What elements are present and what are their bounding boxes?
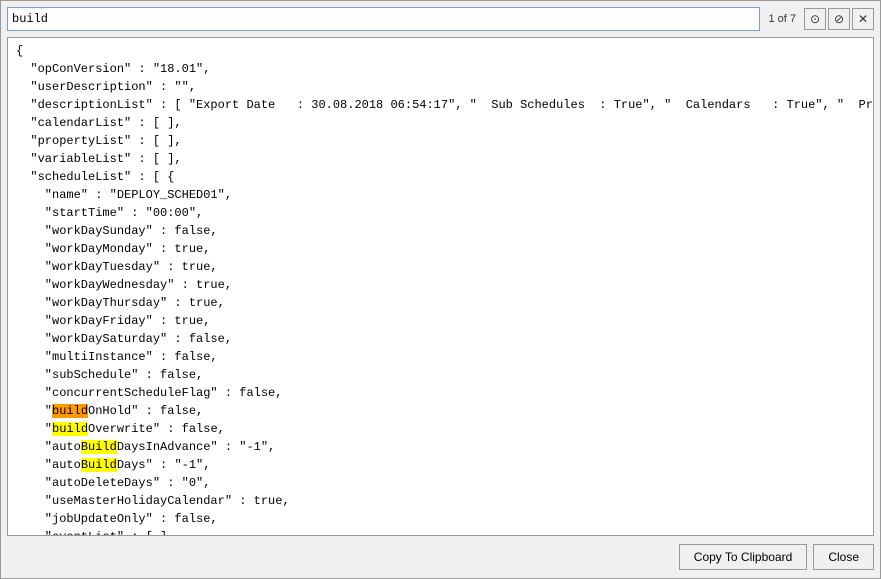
next-button[interactable]: ⊘ (828, 8, 850, 30)
search-bar: 1 of 7 ⊙ ⊘ ✕ (7, 7, 874, 31)
search-count: 1 of 7 (764, 13, 800, 25)
search-input[interactable] (7, 7, 760, 31)
main-dialog: 1 of 7 ⊙ ⊘ ✕ { "opConVersion" : "18.01",… (0, 0, 881, 579)
footer: Copy To Clipboard Close (7, 542, 874, 572)
json-content: { "opConVersion" : "18.01", "userDescrip… (8, 38, 873, 536)
close-button[interactable]: Close (813, 544, 874, 570)
highlight-2: Build (81, 440, 117, 454)
nav-buttons: ⊙ ⊘ ✕ (804, 8, 874, 30)
highlight-current: build (52, 404, 88, 418)
prev-button[interactable]: ⊙ (804, 8, 826, 30)
highlight-3: Build (81, 458, 117, 472)
content-area[interactable]: { "opConVersion" : "18.01", "userDescrip… (7, 37, 874, 536)
highlight-1: build (52, 422, 88, 436)
search-close-button[interactable]: ✕ (852, 8, 874, 30)
copy-to-clipboard-button[interactable]: Copy To Clipboard (679, 544, 808, 570)
